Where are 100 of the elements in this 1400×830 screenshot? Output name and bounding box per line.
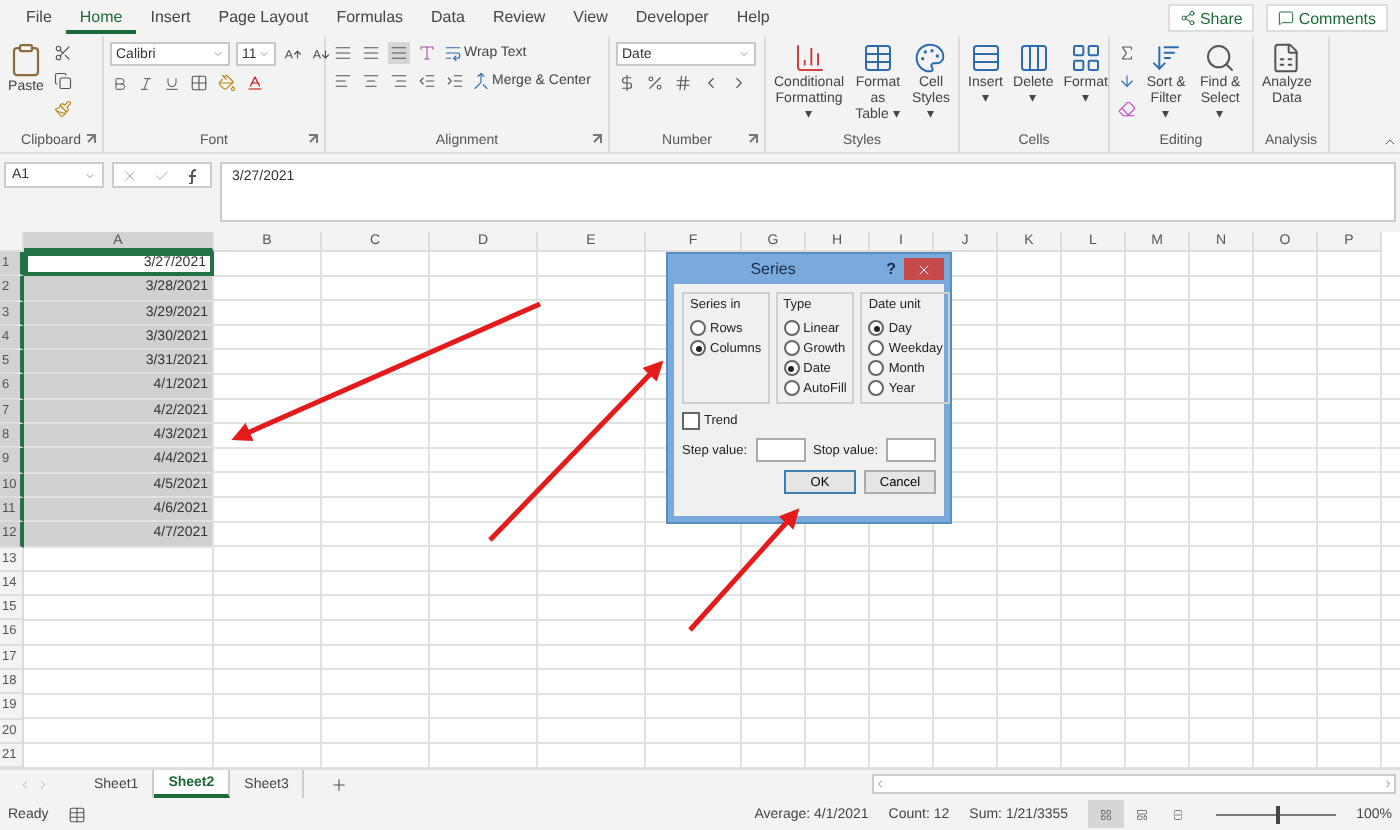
indent-decrease-icon [418,72,436,90]
font-color-button[interactable] [244,72,266,94]
chevron-right-icon [1382,778,1394,790]
zoom-thumb[interactable] [1276,805,1281,823]
currency-button[interactable] [616,72,638,94]
menu-tab[interactable]: Developer [621,3,723,33]
italic-icon [138,75,154,91]
horizontal-scrollbar[interactable] [872,774,1396,794]
cancel-icon [122,167,138,183]
page-layout-icon [1136,805,1149,823]
bold-button[interactable] [110,73,130,93]
decrease-indent-button[interactable] [416,70,438,92]
page-break-icon [1172,805,1185,823]
dialog-title: Series [748,260,798,278]
clear-button[interactable] [1116,98,1138,120]
search-icon [1204,42,1237,74]
align-bottom-icon [390,44,408,62]
menu-tab[interactable]: View [559,3,622,33]
align-left-icon [334,72,352,90]
menu-tab[interactable]: Page Layout [204,3,323,33]
align-bottom-button[interactable] [388,42,410,64]
plus-icon [330,775,349,793]
radio-icon[interactable] [868,380,885,396]
dialog-launcher-icon[interactable] [592,134,602,144]
menu-tab[interactable]: Help [722,3,784,33]
fill-button[interactable] [1116,70,1138,92]
menu-tab[interactable]: Formulas [322,3,418,33]
copy-icon [54,72,72,90]
align-center-icon [362,72,380,90]
underline-button[interactable] [162,73,182,93]
menu-tab[interactable]: File [12,3,66,33]
chevron-left-icon [18,777,32,791]
menu-tab[interactable]: Review [478,3,560,33]
function-icon[interactable] [186,167,202,183]
dialog-launcher-icon[interactable] [308,134,318,144]
radio-icon[interactable] [783,340,800,356]
conditional-formatting-icon [793,42,826,74]
radio-icon[interactable] [690,340,706,356]
table-icon [861,42,894,74]
radio-icon[interactable] [868,320,885,336]
chevron-up-icon [1382,134,1398,150]
share-button[interactable]: Share [1167,4,1255,32]
caret-icon [84,169,96,181]
comments-button[interactable]: Comments [1266,4,1388,32]
radio-icon[interactable] [783,320,800,336]
sort-filter-icon [1150,42,1183,74]
delete-cells-icon [1017,42,1050,74]
radio-icon[interactable] [783,380,800,396]
eraser-icon [1118,100,1136,118]
copy-button[interactable] [52,70,74,92]
fill-color-button[interactable] [216,72,238,94]
view-button[interactable] [1088,800,1125,828]
enter-icon [154,167,170,183]
sigma-icon [1118,44,1136,62]
cell-styles-icon [914,42,947,74]
checkbox-icon[interactable] [682,412,700,430]
radio-icon[interactable] [690,320,706,336]
insert-cells-icon [969,42,1002,74]
autosum-button[interactable] [1116,42,1138,64]
shrink-font-icon [312,45,330,63]
format-cells-icon [1069,42,1102,74]
font-color-icon [246,74,264,92]
chevron-left-icon [874,778,886,790]
step-value-field[interactable] [755,438,805,462]
align-top-button[interactable] [332,42,354,64]
paintbrush-icon [54,100,72,118]
dialog-launcher-icon[interactable] [748,134,758,144]
dialog-launcher-icon[interactable] [86,134,96,144]
stop-value-field[interactable] [886,438,936,462]
align-right-button[interactable] [388,70,410,92]
percent-icon [646,74,664,92]
align-center-button[interactable] [360,70,382,92]
indent-increase-icon [446,72,464,90]
borders-button[interactable] [188,72,210,94]
cut-button[interactable] [52,42,74,64]
radio-icon[interactable] [868,360,885,376]
percent-button[interactable] [644,72,666,94]
italic-button[interactable] [136,73,156,93]
clipboard-icon [8,42,44,78]
radio-icon[interactable] [783,360,800,376]
close-icon [916,261,932,277]
normal-view-icon [1100,805,1113,823]
borders-icon [190,74,208,92]
add-sheet-button[interactable] [328,773,351,795]
align-left-button[interactable] [332,70,354,92]
align-middle-icon [362,44,380,62]
radio-icon[interactable] [868,340,885,356]
bold-icon [112,75,128,91]
menu-tab[interactable]: Insert [136,3,205,33]
help-button[interactable]: ? [878,260,904,278]
scissors-icon [54,44,72,62]
share-icon [1179,10,1196,26]
menu-tab[interactable]: Data [417,3,479,33]
align-middle-button[interactable] [360,42,382,64]
fill-down-icon [1118,72,1136,90]
increase-indent-button[interactable] [444,70,466,92]
align-right-icon [390,72,408,90]
caret-icon [738,48,750,60]
analyze-data-icon [1270,42,1303,74]
grow-font-icon [284,45,302,63]
